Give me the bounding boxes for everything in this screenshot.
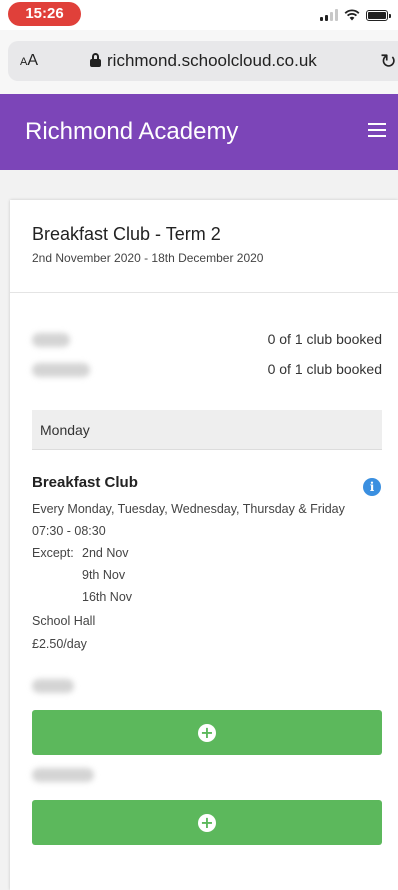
term-dates: 2nd November 2020 - 18th December 2020	[32, 251, 264, 265]
day-header: Monday	[32, 410, 382, 450]
card-divider	[10, 292, 398, 293]
plus-circle-icon: +	[198, 724, 216, 742]
booking-summary-row: 0 of 1 club booked	[32, 330, 382, 350]
club-location: School Hall	[32, 614, 96, 628]
signal-icon	[320, 9, 338, 21]
add-booking-button[interactable]: +	[32, 710, 382, 755]
club-time: 07:30 - 08:30	[32, 524, 106, 538]
app-title[interactable]: Richmond Academy	[25, 118, 238, 146]
club-schedule: Every Monday, Tuesday, Wednesday, Thursd…	[32, 502, 345, 516]
hamburger-menu-icon[interactable]	[368, 123, 386, 137]
reload-icon[interactable]: ↻	[380, 49, 397, 74]
status-icons	[320, 8, 391, 22]
lock-icon	[90, 53, 101, 67]
booking-summary-row: 0 of 1 club booked	[32, 360, 382, 380]
redacted-child-name	[32, 363, 90, 377]
address-bar[interactable]: AA richmond.schoolcloud.co.uk ↻	[8, 41, 398, 81]
text-size-button[interactable]: AA	[20, 52, 38, 70]
redacted-child-name	[32, 768, 94, 782]
info-icon[interactable]: i	[363, 478, 381, 496]
redacted-child-name	[32, 333, 70, 347]
status-time: 15:26	[8, 2, 81, 26]
except-date: 2nd Nov	[82, 546, 129, 560]
url-text[interactable]: richmond.schoolcloud.co.uk	[107, 51, 317, 71]
booking-status: 0 of 1 club booked	[267, 331, 382, 347]
except-label: Except:	[32, 546, 74, 560]
except-date: 16th Nov	[82, 590, 133, 604]
redacted-child-name	[32, 679, 74, 693]
battery-icon	[366, 9, 391, 21]
booking-status: 0 of 1 club booked	[267, 361, 382, 377]
add-booking-button[interactable]: +	[32, 800, 382, 845]
plus-circle-icon: +	[198, 814, 216, 832]
wifi-icon	[344, 9, 360, 21]
club-price: £2.50/day	[32, 637, 87, 651]
status-bar: 15:26	[0, 0, 398, 30]
club-name: Breakfast Club	[32, 474, 138, 491]
browser-toolbar: AA richmond.schoolcloud.co.uk ↻	[0, 30, 398, 94]
except-date: 9th Nov	[82, 568, 126, 582]
app-header: Richmond Academy	[0, 94, 398, 170]
day-label: Monday	[40, 422, 90, 438]
term-title: Breakfast Club - Term 2	[32, 224, 221, 244]
club-card: Breakfast Club - Term 2 2nd November 202…	[10, 200, 398, 890]
